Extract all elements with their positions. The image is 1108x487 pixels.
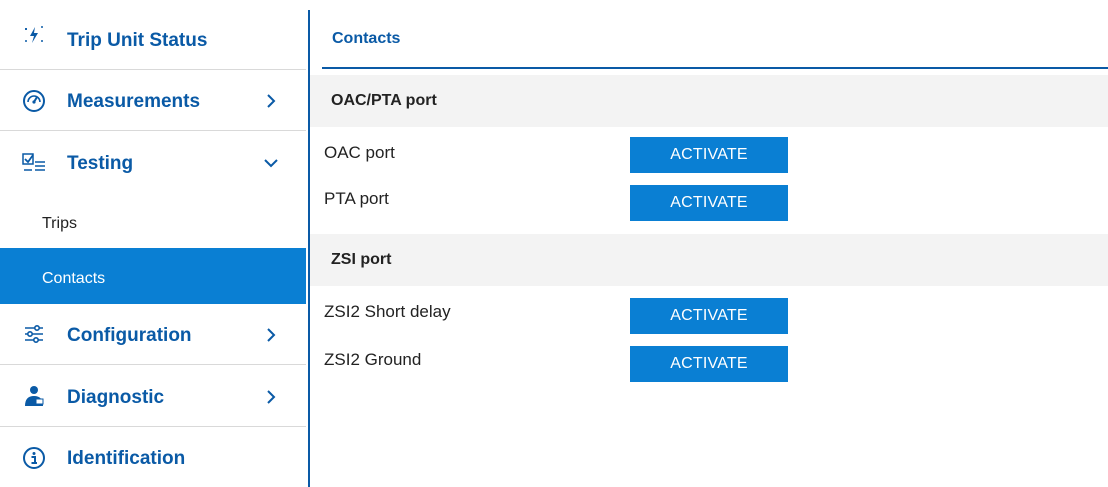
section-title: OAC/PTA port	[331, 92, 437, 109]
sidebar-subitem-label: Contacts	[42, 270, 106, 287]
sidebar-item-identification[interactable]: Identification	[0, 427, 306, 487]
sidebar-item-label: Identification	[67, 448, 186, 469]
technician-icon	[21, 383, 47, 409]
section-title: ZSI port	[331, 251, 392, 268]
chevron-right-icon	[264, 328, 278, 342]
sidebar-item-label: Diagnostic	[67, 387, 165, 408]
sidebar-item-label: Measurements	[67, 91, 201, 112]
oac-port-activate-button[interactable]: ACTIVATE	[630, 137, 788, 173]
sidebar-subitem-label: Trips	[42, 215, 77, 232]
sidebar-item-diagnostic[interactable]: Diagnostic	[0, 365, 306, 427]
chevron-down-icon	[264, 156, 278, 170]
main-content: Contacts OAC/PTA port OAC port ACTIVATE …	[310, 0, 1108, 487]
sliders-icon	[21, 321, 47, 347]
sidebar-subitem-contacts[interactable]: Contacts	[0, 248, 306, 304]
chevron-right-icon	[264, 94, 278, 108]
lightning-icon	[21, 22, 47, 48]
section-header-zsi: ZSI port	[310, 234, 1108, 286]
sidebar-item-configuration[interactable]: Configuration	[0, 304, 306, 365]
page-title: Contacts	[332, 30, 401, 47]
info-icon	[21, 445, 47, 471]
app-window: Trip Unit Status Measurements Testing Tr…	[0, 0, 1108, 487]
row-label-zsi2-short-delay: ZSI2 Short delay	[324, 302, 451, 321]
sidebar-item-trip-unit-status[interactable]: Trip Unit Status	[0, 0, 306, 70]
sidebar-subitem-trips[interactable]: Trips	[0, 193, 306, 248]
checklist-icon	[21, 149, 47, 175]
sidebar-item-label: Testing	[67, 153, 134, 174]
sidebar-item-measurements[interactable]: Measurements	[0, 70, 306, 131]
sidebar-item-label: Configuration	[67, 325, 192, 346]
zsi2-short-delay-activate-button[interactable]: ACTIVATE	[630, 298, 788, 334]
row-label-zsi2-ground: ZSI2 Ground	[324, 350, 422, 369]
row-label-oac-port: OAC port	[324, 143, 395, 162]
sidebar-item-testing[interactable]: Testing	[0, 131, 306, 193]
chevron-right-icon	[264, 390, 278, 404]
sidebar: Trip Unit Status Measurements Testing Tr…	[0, 0, 306, 487]
gauge-icon	[21, 88, 47, 114]
section-header-oac-pta: OAC/PTA port	[310, 75, 1108, 127]
pta-port-activate-button[interactable]: ACTIVATE	[630, 185, 788, 221]
title-underline	[322, 67, 1108, 69]
row-label-pta-port: PTA port	[324, 189, 389, 208]
zsi2-ground-activate-button[interactable]: ACTIVATE	[630, 346, 788, 382]
sidebar-item-label: Trip Unit Status	[67, 30, 208, 51]
